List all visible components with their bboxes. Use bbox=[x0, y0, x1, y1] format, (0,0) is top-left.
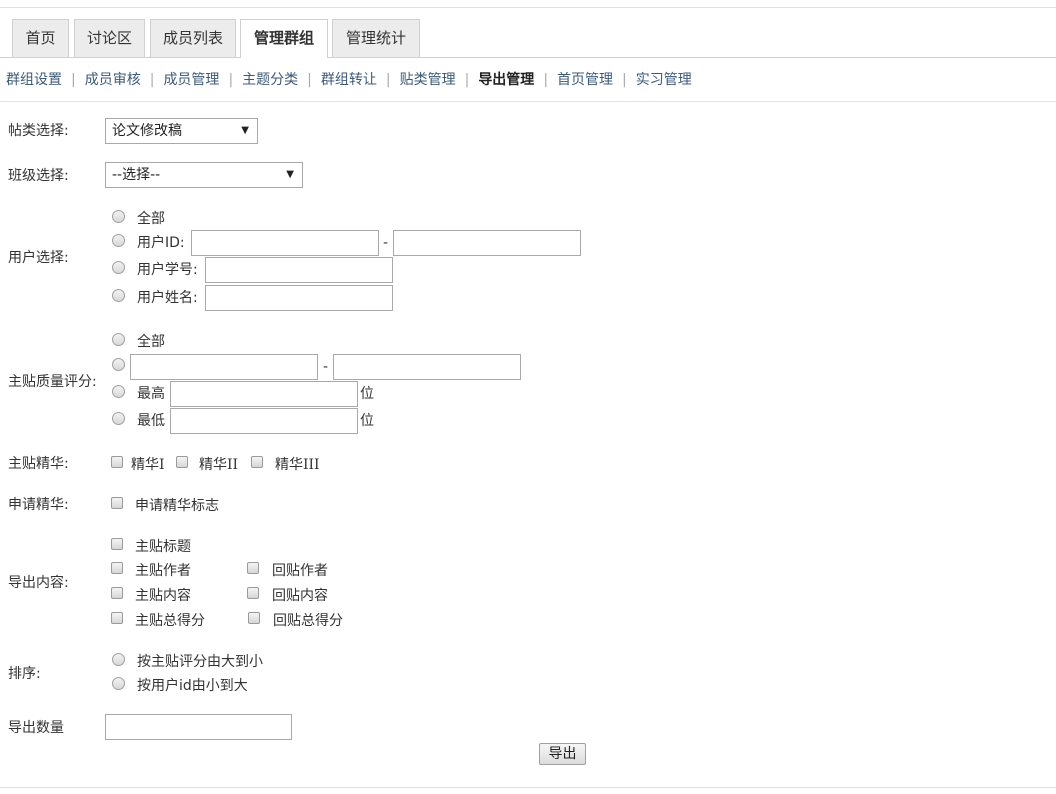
subnav-topic-category[interactable]: 主题分类 bbox=[242, 72, 298, 88]
subnav-separator: | bbox=[149, 72, 155, 88]
subnav-separator: | bbox=[228, 72, 234, 88]
subnav-group-settings[interactable]: 群组设置 bbox=[6, 72, 62, 88]
quality-highest-unit: 位 bbox=[360, 386, 374, 402]
quality-highest-input[interactable] bbox=[170, 381, 358, 407]
essence-1-checkbox[interactable] bbox=[111, 456, 123, 468]
essence-3-label: 精华III bbox=[275, 457, 320, 473]
reply-score-label: 回贴总得分 bbox=[273, 613, 343, 629]
quality-all-label: 全部 bbox=[137, 334, 165, 350]
reply-author-label: 回贴作者 bbox=[272, 563, 328, 579]
sort-label: 排序: bbox=[8, 666, 41, 682]
quality-from-input[interactable] bbox=[130, 354, 318, 380]
subnav-homepage-manage[interactable]: 首页管理 bbox=[557, 72, 613, 88]
post-author-checkbox[interactable] bbox=[111, 562, 123, 574]
bottom-divider bbox=[0, 787, 1056, 788]
sort-by-score-radio[interactable] bbox=[112, 653, 125, 666]
tab-divider bbox=[0, 57, 1056, 58]
essence-1-label: 精华I bbox=[131, 457, 165, 473]
user-student-no-radio[interactable] bbox=[112, 261, 125, 274]
essence-label: 主贴精华: bbox=[8, 456, 69, 472]
sub-navigation: 群组设置 | 成员审核 | 成员管理 | 主题分类 | 群组转让 | 贴类管理 | 导出管理 | 首页管理 |… bbox=[6, 70, 692, 90]
subnav-separator: | bbox=[307, 72, 312, 88]
subnav-member-manage[interactable]: 成员管理 bbox=[163, 72, 219, 88]
sort-by-userid-label: 按用户id由小到大 bbox=[137, 678, 248, 694]
subnav-separator: | bbox=[71, 72, 76, 88]
chevron-down-icon: ▼ bbox=[241, 125, 249, 136]
quality-lowest-input[interactable] bbox=[170, 408, 358, 434]
subnav-separator: | bbox=[385, 72, 391, 88]
export-count-label: 导出数量 bbox=[8, 720, 64, 736]
quality-lowest-label: 最低 bbox=[137, 413, 165, 429]
user-select-label: 用户选择: bbox=[8, 250, 69, 266]
subnav-post-type-manage[interactable]: 贴类管理 bbox=[400, 72, 456, 88]
sort-by-score-label: 按主贴评分由大到小 bbox=[137, 654, 263, 670]
subnav-separator: | bbox=[543, 72, 549, 88]
subnav-divider bbox=[0, 101, 1056, 102]
export-button[interactable]: 导出 bbox=[539, 743, 586, 765]
user-id-dash: - bbox=[383, 235, 389, 251]
post-author-label: 主贴作者 bbox=[135, 563, 191, 579]
quality-label: 主贴质量评分: bbox=[8, 374, 97, 390]
post-title-label: 主贴标题 bbox=[135, 539, 191, 555]
quality-dash: - bbox=[323, 359, 329, 375]
quality-to-input[interactable] bbox=[333, 354, 521, 380]
subnav-internship-manage[interactable]: 实习管理 bbox=[636, 72, 692, 88]
post-type-label: 帖类选择: bbox=[8, 123, 69, 139]
essence-3-checkbox[interactable] bbox=[251, 456, 263, 468]
user-student-no-label: 用户学号: bbox=[137, 262, 198, 278]
export-content-label: 导出内容: bbox=[8, 575, 69, 591]
top-divider bbox=[0, 7, 1056, 8]
tab-members[interactable]: 成员列表 bbox=[150, 19, 236, 57]
reply-score-checkbox[interactable] bbox=[248, 612, 260, 624]
post-type-value: 论文修改稿 bbox=[112, 123, 182, 139]
apply-essence-label: 申请精华: bbox=[8, 497, 69, 513]
chevron-down-icon: ▼ bbox=[286, 169, 294, 180]
subnav-export-manage[interactable]: 导出管理 bbox=[478, 72, 534, 88]
user-all-radio[interactable] bbox=[112, 210, 125, 223]
sort-by-userid-radio[interactable] bbox=[112, 677, 125, 690]
user-id-radio[interactable] bbox=[112, 234, 125, 247]
user-id-label: 用户ID: bbox=[137, 235, 185, 251]
reply-content-checkbox[interactable] bbox=[247, 587, 259, 599]
tab-discussion[interactable]: 讨论区 bbox=[74, 19, 145, 57]
post-type-select[interactable]: 论文修改稿 ▼ bbox=[105, 118, 258, 144]
class-select-value: --选择-- bbox=[112, 167, 161, 183]
class-select-label: 班级选择: bbox=[8, 168, 69, 184]
post-content-checkbox[interactable] bbox=[111, 587, 123, 599]
export-count-input[interactable] bbox=[105, 714, 292, 740]
essence-2-checkbox[interactable] bbox=[176, 456, 188, 468]
apply-essence-checkbox[interactable] bbox=[111, 497, 123, 509]
user-all-label: 全部 bbox=[137, 211, 165, 227]
subnav-separator: | bbox=[464, 72, 470, 88]
post-title-checkbox[interactable] bbox=[111, 538, 123, 550]
user-name-radio[interactable] bbox=[112, 289, 125, 302]
essence-2-label: 精华II bbox=[199, 457, 239, 473]
user-name-label: 用户姓名: bbox=[137, 290, 198, 306]
quality-lowest-radio[interactable] bbox=[112, 412, 125, 425]
subnav-member-review[interactable]: 成员审核 bbox=[85, 72, 141, 88]
subnav-group-transfer[interactable]: 群组转让 bbox=[321, 72, 377, 88]
reply-content-label: 回贴内容 bbox=[272, 588, 328, 604]
subnav-separator: | bbox=[622, 72, 627, 88]
tab-home[interactable]: 首页 bbox=[12, 19, 69, 57]
class-select[interactable]: --选择-- ▼ bbox=[105, 162, 303, 188]
user-name-input[interactable] bbox=[205, 285, 393, 311]
post-score-checkbox[interactable] bbox=[111, 612, 123, 624]
user-id-from-input[interactable] bbox=[191, 230, 379, 256]
tab-manage-stats[interactable]: 管理统计 bbox=[332, 19, 420, 57]
post-score-label: 主贴总得分 bbox=[135, 613, 205, 629]
user-student-no-input[interactable] bbox=[205, 257, 393, 283]
quality-range-radio[interactable] bbox=[112, 358, 125, 371]
post-content-label: 主贴内容 bbox=[135, 588, 191, 604]
quality-all-radio[interactable] bbox=[112, 333, 125, 346]
tab-manage-group[interactable]: 管理群组 bbox=[240, 19, 328, 58]
user-id-to-input[interactable] bbox=[393, 230, 581, 256]
quality-lowest-unit: 位 bbox=[360, 413, 374, 429]
apply-essence-option: 申请精华标志 bbox=[135, 498, 219, 514]
quality-highest-radio[interactable] bbox=[112, 385, 125, 398]
reply-author-checkbox[interactable] bbox=[247, 562, 259, 574]
quality-highest-label: 最高 bbox=[137, 386, 165, 402]
